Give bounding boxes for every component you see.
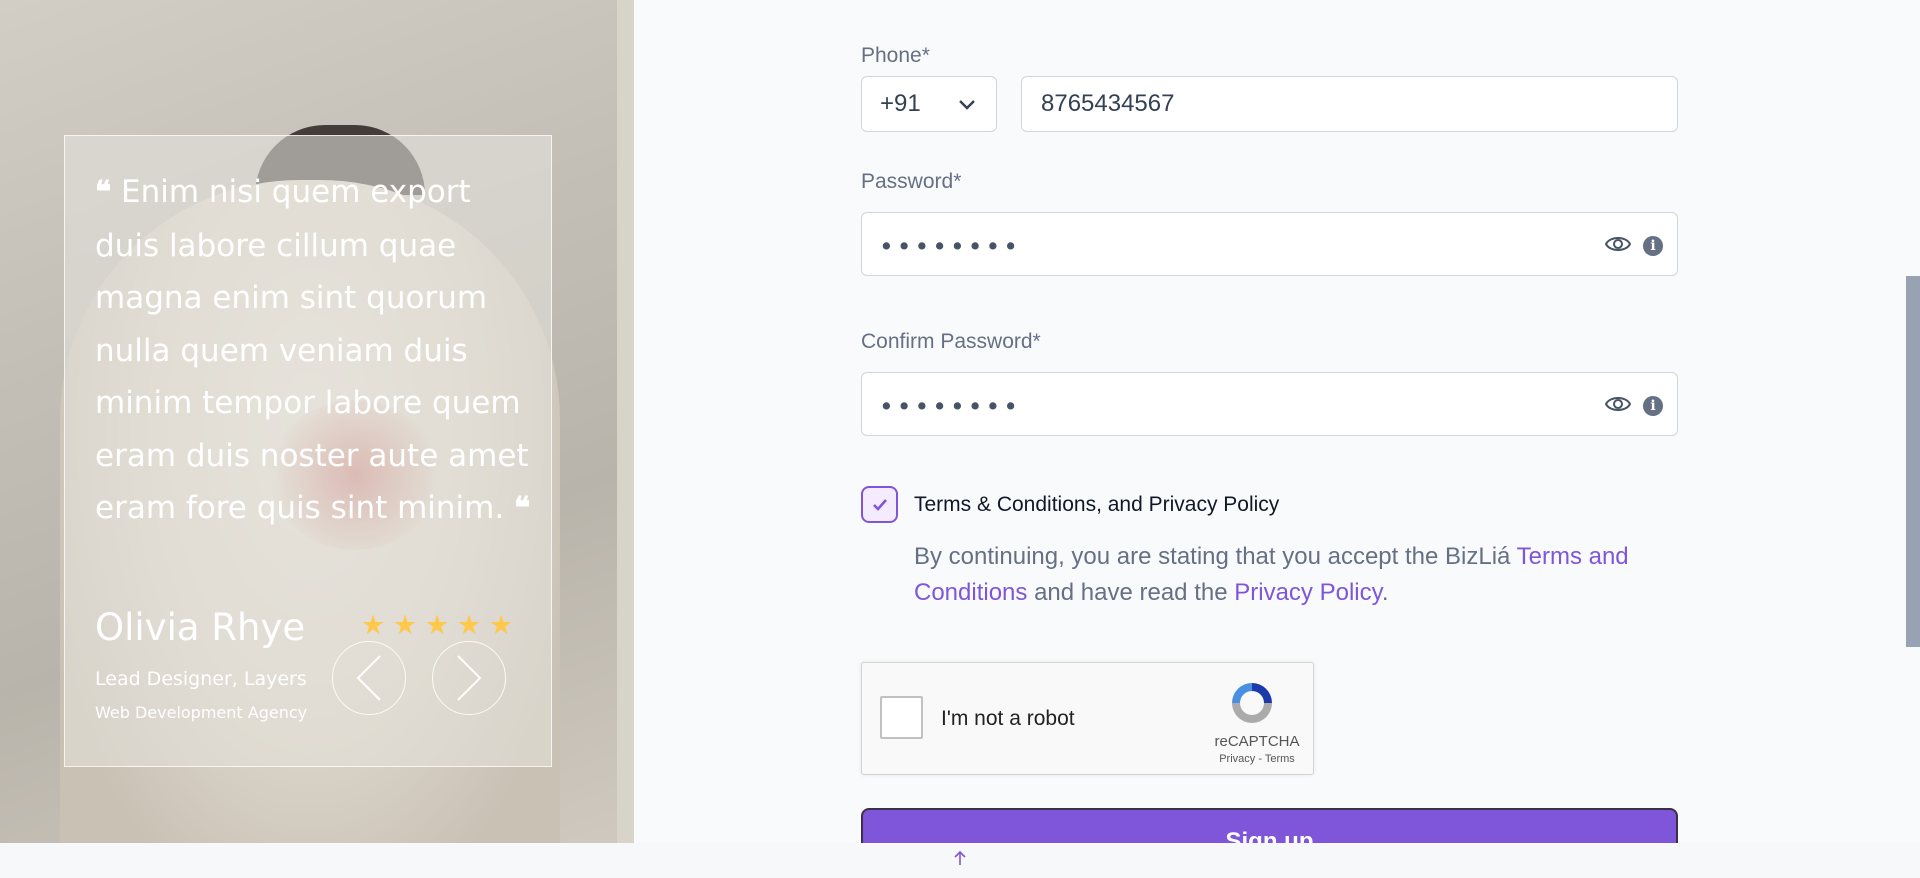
- confirm-password-input[interactable]: •••••••• i: [861, 372, 1678, 436]
- privacy-link[interactable]: Privacy Policy: [1234, 579, 1382, 606]
- terms-desc-middle: and have read the: [1027, 579, 1235, 606]
- quote-close-icon: ❝: [514, 491, 531, 526]
- star-icon: ★: [457, 610, 482, 640]
- chevron-down-icon: [959, 100, 975, 110]
- recaptcha-links[interactable]: Privacy - Terms: [1212, 753, 1302, 765]
- recaptcha-brand: reCAPTCHA: [1214, 733, 1300, 750]
- country-code-select[interactable]: +91: [861, 76, 997, 132]
- recaptcha-label: I'm not a robot: [941, 707, 1075, 730]
- star-icon: ★: [393, 610, 418, 640]
- phone-label: Phone*: [861, 44, 930, 67]
- password-input[interactable]: •••••••• i: [861, 212, 1678, 276]
- password-label: Password*: [861, 170, 962, 193]
- arrow-up-icon[interactable]: [953, 850, 967, 866]
- recaptcha-checkbox[interactable]: [880, 696, 923, 739]
- terms-desc-suffix: .: [1381, 579, 1389, 606]
- star-icon: ★: [361, 610, 386, 640]
- scrollbar-thumb[interactable]: [1906, 276, 1920, 647]
- star-icon: ★: [489, 610, 514, 640]
- phone-value: 8765434567: [1041, 90, 1175, 117]
- testimonial-company: Web Development Agency: [95, 703, 308, 722]
- eye-icon[interactable]: [1605, 234, 1631, 254]
- password-masked-value: ••••••••: [879, 232, 1021, 261]
- confirm-password-masked-value: ••••••••: [879, 392, 1021, 421]
- testimonial-role: Lead Designer, Layers: [95, 668, 307, 690]
- terms-desc-prefix: By continuing, you are stating that you …: [914, 543, 1517, 570]
- recaptcha-logo-icon: [1232, 683, 1272, 723]
- quote-open-icon: ❝: [95, 175, 112, 210]
- rating-stars: ★ ★ ★ ★ ★: [361, 610, 515, 640]
- testimonial-quote: ❝ Enim nisi quem export duis labore cill…: [95, 166, 535, 536]
- phone-input[interactable]: 8765434567: [1021, 76, 1678, 132]
- quote-body: Enim nisi quem export duis labore cillum…: [95, 174, 529, 526]
- testimonial-author: Olivia Rhye: [95, 606, 306, 649]
- next-testimonial-button[interactable]: [432, 641, 506, 715]
- info-icon[interactable]: i: [1643, 236, 1663, 256]
- confirm-password-label: Confirm Password*: [861, 330, 1041, 353]
- testimonial-hero: ❝ Enim nisi quem export duis labore cill…: [0, 0, 634, 843]
- star-icon: ★: [425, 610, 450, 640]
- terms-checkbox[interactable]: [861, 486, 898, 523]
- chevron-right-icon: [457, 655, 482, 701]
- hero-photo-edge: [617, 0, 634, 843]
- eye-icon[interactable]: [1605, 394, 1631, 414]
- check-icon: [872, 498, 887, 511]
- country-code-value: +91: [880, 90, 921, 117]
- info-icon[interactable]: i: [1643, 396, 1663, 416]
- terms-label: Terms & Conditions, and Privacy Policy: [914, 493, 1280, 516]
- previous-testimonial-button[interactable]: [332, 641, 406, 715]
- testimonial-card: ❝ Enim nisi quem export duis labore cill…: [64, 135, 552, 767]
- chevron-left-icon: [356, 655, 381, 701]
- terms-description: By continuing, you are stating that you …: [914, 539, 1684, 611]
- recaptcha-widget: I'm not a robot reCAPTCHA Privacy - Term…: [861, 662, 1314, 775]
